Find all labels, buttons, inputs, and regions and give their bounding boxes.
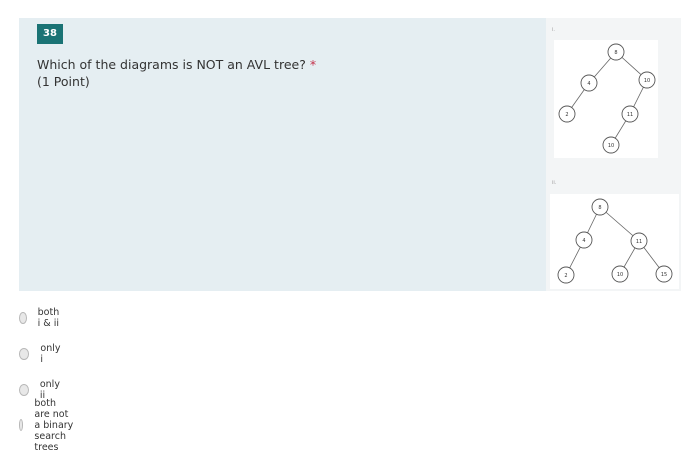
tree-node: 2	[557, 266, 575, 284]
svg-text:8: 8	[598, 205, 601, 211]
tree-diagram-i-svg: 8 4 10 2 11 10	[558, 43, 656, 154]
question-text: Which of the diagrams is NOT an AVL tree…	[37, 56, 316, 73]
option-both-not-bst[interactable]: both are not a binary search trees	[19, 398, 74, 453]
svg-text:11: 11	[636, 239, 642, 245]
svg-text:10: 10	[608, 143, 614, 149]
tree-node: 8	[607, 43, 625, 61]
tree-node: 15	[655, 265, 673, 283]
radio-button[interactable]	[19, 384, 29, 396]
svg-text:10: 10	[617, 272, 623, 278]
option-only-ii[interactable]: only ii	[19, 379, 62, 401]
tree-node: 11	[621, 105, 639, 123]
tree-node: 4	[575, 231, 593, 249]
required-mark: *	[309, 57, 317, 72]
option-only-i[interactable]: only i	[19, 343, 62, 365]
diagram-label-i: i.	[552, 27, 555, 33]
tree-diagram-i: 8 4 10 2 11 10	[554, 40, 658, 158]
option-label: both are not a binary search trees	[34, 397, 74, 453]
svg-text:2: 2	[564, 273, 567, 279]
option-both-i-and-ii[interactable]: both i & ii	[19, 307, 64, 329]
question-image: i. 8 4 10 2 11 10 ii. 8 4 11 2 10 15	[546, 18, 681, 291]
tree-diagram-ii: 8 4 11 2 10 15	[550, 194, 679, 289]
radio-button[interactable]	[19, 312, 27, 324]
svg-text:15: 15	[661, 272, 667, 278]
option-label: both i & ii	[37, 307, 60, 329]
tree-node: 10	[611, 265, 629, 283]
page: 38 Which of the diagrams is NOT an AVL t…	[0, 0, 700, 472]
svg-text:2: 2	[565, 112, 568, 118]
svg-text:10: 10	[644, 78, 650, 84]
tree-diagram-ii-svg: 8 4 11 2 10 15	[557, 198, 673, 284]
tree-node: 4	[580, 74, 598, 92]
tree-node: 11	[630, 232, 648, 250]
svg-text:11: 11	[627, 112, 633, 118]
tree-node: 10	[602, 136, 620, 154]
question-card: 38 Which of the diagrams is NOT an AVL t…	[19, 18, 546, 291]
question-points: (1 Point)	[37, 74, 90, 89]
tree-node: 8	[591, 198, 609, 216]
tree-node: 10	[638, 71, 656, 89]
question-number-badge: 38	[37, 24, 63, 44]
svg-text:8: 8	[614, 50, 617, 56]
radio-button[interactable]	[19, 348, 30, 360]
option-label: only i	[40, 343, 61, 365]
diagram-label-ii: ii.	[552, 180, 557, 186]
radio-button[interactable]	[19, 419, 24, 431]
svg-text:4: 4	[587, 81, 590, 87]
question-text-label: Which of the diagrams is NOT an AVL tree…	[37, 57, 306, 72]
svg-text:4: 4	[582, 238, 585, 244]
tree-node: 2	[558, 105, 576, 123]
